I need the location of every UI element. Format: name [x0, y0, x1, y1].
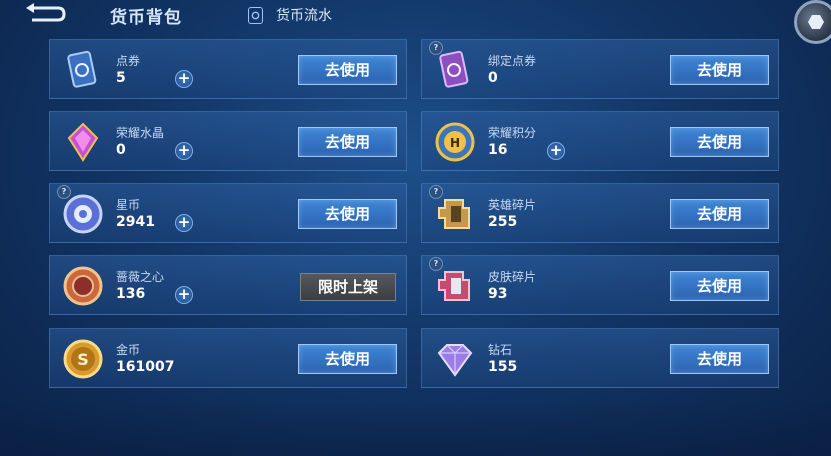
use-button[interactable]: 去使用	[298, 344, 397, 374]
back-arrow-icon	[26, 3, 66, 22]
use-button[interactable]: 去使用	[298, 199, 397, 229]
glory-points-icon: H	[433, 120, 477, 164]
use-button[interactable]: 去使用	[670, 199, 769, 229]
currency-name: 荣耀积分	[488, 126, 537, 140]
currency-card-gold-coin: S 金币 161007 去使用	[49, 328, 407, 388]
hex-icon	[808, 15, 824, 29]
add-ticket-button[interactable]: +	[175, 70, 193, 88]
currency-amount: 136	[116, 286, 146, 302]
svg-text:S: S	[77, 350, 89, 369]
use-button[interactable]: 去使用	[670, 271, 769, 301]
svg-text:H: H	[450, 136, 460, 150]
currency-name: 绑定点券	[488, 54, 537, 68]
currency-card-skin-fragment: ? 皮肤碎片 93 去使用	[421, 255, 779, 315]
currency-name: 英雄碎片	[488, 198, 537, 212]
currency-flow-label: 货币流水	[276, 8, 332, 24]
limited-time-button[interactable]: 限时上架	[300, 273, 396, 301]
currency-card-hero-fragment: ? 英雄碎片 255 去使用	[421, 183, 779, 243]
currency-card-star-coin: ? 星币 2941 + 去使用	[49, 183, 407, 243]
currency-name: 荣耀水晶	[116, 126, 165, 140]
gold-coin-icon: S	[61, 337, 105, 381]
glory-crystal-icon	[61, 120, 105, 164]
bottom-shade	[0, 400, 831, 456]
currency-card-glory-points: H 荣耀积分 16 + 去使用	[421, 111, 779, 171]
currency-amount: 2941	[116, 214, 155, 230]
currency-card-rose-heart: 蔷薇之心 136 + 限时上架	[49, 255, 407, 315]
skin-fragment-icon	[433, 264, 477, 308]
use-button[interactable]: 去使用	[670, 55, 769, 85]
hero-fragment-icon	[433, 192, 477, 236]
ledger-icon	[248, 6, 263, 24]
add-crystal-button[interactable]: +	[175, 142, 193, 160]
star-coin-icon	[61, 192, 105, 236]
back-button[interactable]	[22, 2, 66, 24]
currency-card-bound-ticket: ? 绑定点券 0 去使用	[421, 39, 779, 99]
use-button[interactable]: 去使用	[298, 55, 397, 85]
settings-hex-button[interactable]	[794, 0, 831, 44]
currency-amount: 93	[488, 286, 508, 302]
currency-name: 蔷薇之心	[116, 270, 165, 284]
currency-amount: 255	[488, 214, 518, 230]
currency-name: 钻石	[488, 343, 513, 357]
page-title: 货币背包	[110, 8, 182, 28]
currency-amount: 0	[488, 70, 498, 86]
bound-ticket-icon	[433, 48, 477, 92]
currency-card-ticket: 点券 5 + 去使用	[49, 39, 407, 99]
currency-card-diamond: 钻石 155 去使用	[421, 328, 779, 388]
currency-amount: 161007	[116, 359, 175, 375]
currency-name: 皮肤碎片	[488, 270, 537, 284]
add-rose-heart-button[interactable]: +	[175, 286, 193, 304]
rose-heart-icon	[61, 264, 105, 308]
top-bar: 货币背包 货币流水	[0, 0, 831, 44]
currency-amount: 5	[116, 70, 126, 86]
currency-flow-link[interactable]: 货币流水	[248, 5, 332, 25]
add-points-button[interactable]: +	[547, 142, 565, 160]
ticket-card-icon	[61, 48, 105, 92]
add-star-coin-button[interactable]: +	[175, 214, 193, 232]
use-button[interactable]: 去使用	[670, 127, 769, 157]
diamond-icon	[433, 337, 477, 381]
currency-name: 金币	[116, 343, 141, 357]
currency-name: 星币	[116, 198, 141, 212]
currency-amount: 16	[488, 142, 508, 158]
currency-card-glory-crystal: 荣耀水晶 0 + 去使用	[49, 111, 407, 171]
use-button[interactable]: 去使用	[670, 344, 769, 374]
currency-amount: 0	[116, 142, 126, 158]
currency-name: 点券	[116, 54, 141, 68]
currency-amount: 155	[488, 359, 518, 375]
use-button[interactable]: 去使用	[298, 127, 397, 157]
